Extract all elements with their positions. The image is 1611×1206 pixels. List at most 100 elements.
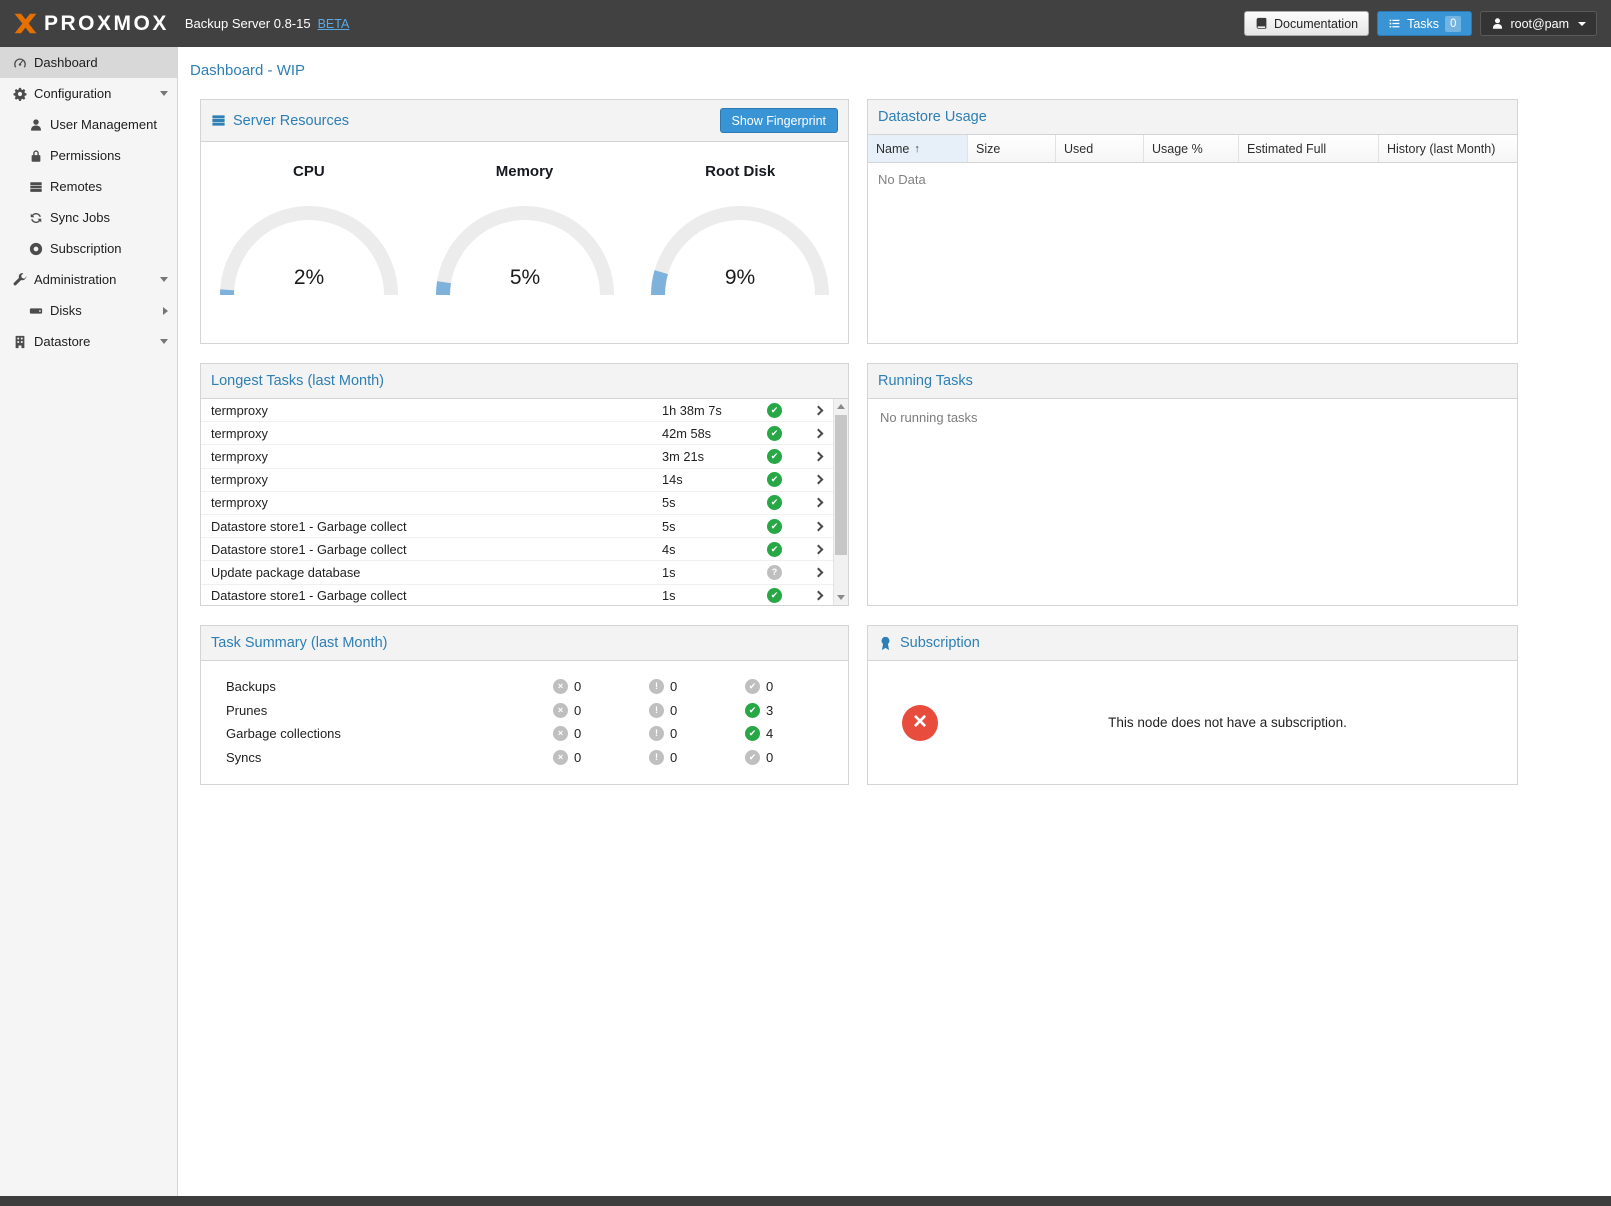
- sidebar-item-sync-jobs[interactable]: Sync Jobs: [0, 202, 177, 233]
- tasks-button[interactable]: Tasks 0: [1377, 11, 1472, 36]
- column-header-usage[interactable]: Usage %: [1144, 135, 1239, 162]
- column-header-estimated-full[interactable]: Estimated Full: [1239, 135, 1379, 162]
- caret-down-icon: [1578, 22, 1586, 26]
- sidebar-item-subscription[interactable]: Subscription: [0, 233, 177, 264]
- collapse-arrow-icon[interactable]: [160, 277, 168, 282]
- open-task-button[interactable]: [803, 476, 833, 483]
- open-task-button[interactable]: [803, 499, 833, 506]
- ok-count[interactable]: ✔0: [745, 750, 841, 765]
- task-row[interactable]: Datastore store1 - Garbage collect1s✔: [201, 585, 833, 606]
- scrollbar-thumb[interactable]: [835, 415, 847, 555]
- beta-link[interactable]: BETA: [318, 17, 350, 31]
- task-status: ✔: [767, 588, 803, 603]
- error-status-icon: ×: [553, 679, 568, 694]
- sidebar-item-user-management[interactable]: User Management: [0, 109, 177, 140]
- count-value: 0: [574, 679, 581, 694]
- task-name: termproxy: [201, 472, 662, 487]
- collapse-arrow-icon[interactable]: [160, 339, 168, 344]
- scroll-down-icon: [837, 595, 845, 600]
- app-header: PROXMOX Backup Server 0.8-15 BETA Docume…: [0, 0, 1611, 47]
- datastore-usage-panel: Datastore Usage Name↑SizeUsedUsage %Esti…: [867, 99, 1518, 344]
- task-row[interactable]: Update package database1s?: [201, 561, 833, 584]
- sidebar-item-configuration[interactable]: Configuration: [0, 78, 177, 109]
- task-duration: 3m 21s: [662, 449, 767, 464]
- open-task-button[interactable]: [803, 569, 833, 576]
- error-status-icon: ×: [553, 726, 568, 741]
- open-task-button[interactable]: [803, 430, 833, 437]
- task-summary-row: Syncs×0!0✔0: [201, 746, 848, 770]
- open-task-button[interactable]: [803, 453, 833, 460]
- sidebar-item-label: Subscription: [50, 241, 122, 256]
- show-fingerprint-button[interactable]: Show Fingerprint: [720, 108, 839, 133]
- error-status-icon: ×: [553, 703, 568, 718]
- column-header-name[interactable]: Name↑: [868, 135, 968, 162]
- ok-count[interactable]: ✔3: [745, 703, 841, 718]
- sidebar-item-administration[interactable]: Administration: [0, 264, 177, 295]
- gauge-arc: 5%: [430, 196, 620, 302]
- sidebar-item-dashboard[interactable]: Dashboard: [0, 47, 177, 78]
- column-header-size[interactable]: Size: [968, 135, 1056, 162]
- task-duration: 5s: [662, 519, 767, 534]
- gauge-cpu: CPU 2%: [201, 163, 417, 343]
- task-row[interactable]: termproxy3m 21s✔: [201, 445, 833, 468]
- ok-status-icon: ✔: [767, 588, 782, 603]
- ok-status-icon: ✔: [745, 750, 760, 765]
- ok-count[interactable]: ✔0: [745, 679, 841, 694]
- sidebar-item-datastore[interactable]: Datastore: [0, 326, 177, 357]
- task-name: termproxy: [201, 426, 662, 441]
- task-row[interactable]: termproxy5s✔: [201, 492, 833, 515]
- sidebar-item-remotes[interactable]: Remotes: [0, 171, 177, 202]
- error-count[interactable]: ×0: [553, 726, 649, 741]
- scroll-up-button[interactable]: [834, 399, 848, 414]
- unknown-status-icon: ?: [767, 565, 782, 580]
- gauge-value: 5%: [509, 266, 539, 289]
- error-count[interactable]: ×0: [553, 703, 649, 718]
- page-titlebar: Dashboard - WIP: [178, 47, 1611, 94]
- collapse-arrow-icon[interactable]: [160, 91, 168, 96]
- gauge-label: CPU: [293, 163, 325, 180]
- warning-count[interactable]: !0: [649, 726, 745, 741]
- task-row[interactable]: Datastore store1 - Garbage collect4s✔: [201, 538, 833, 561]
- sidebar-item-disks[interactable]: Disks: [0, 295, 177, 326]
- longest-tasks-list: termproxy1h 38m 7s✔termproxy42m 58s✔term…: [201, 399, 833, 605]
- gauge-value: 2%: [294, 266, 324, 289]
- error-count[interactable]: ×0: [553, 750, 649, 765]
- task-summary-row: Garbage collections×0!0✔4: [201, 722, 848, 746]
- sidebar-item-label: Permissions: [50, 148, 121, 163]
- chevron-right-icon: [813, 591, 823, 601]
- error-count[interactable]: ×0: [553, 679, 649, 694]
- panel-title: Datastore Usage: [878, 109, 987, 125]
- ok-count[interactable]: ✔4: [745, 726, 841, 741]
- open-task-button[interactable]: [803, 592, 833, 599]
- sidebar-item-permissions[interactable]: Permissions: [0, 140, 177, 171]
- documentation-button[interactable]: Documentation: [1244, 11, 1369, 36]
- task-row[interactable]: termproxy42m 58s✔: [201, 422, 833, 445]
- warning-count[interactable]: !0: [649, 703, 745, 718]
- open-task-button[interactable]: [803, 523, 833, 530]
- task-row[interactable]: Datastore store1 - Garbage collect5s✔: [201, 515, 833, 538]
- scroll-down-button[interactable]: [834, 590, 848, 605]
- gauge-arc: 9%: [645, 196, 835, 302]
- ok-status-icon: ✔: [745, 726, 760, 741]
- expand-arrow-icon[interactable]: [163, 307, 168, 315]
- user-menu-button[interactable]: root@pam: [1480, 11, 1597, 36]
- open-task-button[interactable]: [803, 546, 833, 553]
- task-duration: 4s: [662, 542, 767, 557]
- tasks-count-badge: 0: [1445, 16, 1461, 32]
- task-row[interactable]: termproxy14s✔: [201, 469, 833, 492]
- task-row[interactable]: termproxy1h 38m 7s✔: [201, 399, 833, 422]
- count-value: 0: [766, 679, 773, 694]
- no-running-tasks-text: No running tasks: [880, 410, 978, 425]
- sidebar-item-label: User Management: [50, 117, 157, 132]
- column-header-used[interactable]: Used: [1056, 135, 1144, 162]
- chevron-right-icon: [813, 544, 823, 554]
- count-value: 0: [574, 726, 581, 741]
- warning-count[interactable]: !0: [649, 679, 745, 694]
- warning-count[interactable]: !0: [649, 750, 745, 765]
- warning-status-icon: !: [649, 726, 664, 741]
- open-task-button[interactable]: [803, 407, 833, 414]
- scrollbar[interactable]: [833, 399, 848, 605]
- task-summary-row: Backups×0!0✔0: [201, 675, 848, 699]
- column-header-history-last-month[interactable]: History (last Month): [1379, 135, 1517, 162]
- gears-icon: [12, 87, 28, 101]
